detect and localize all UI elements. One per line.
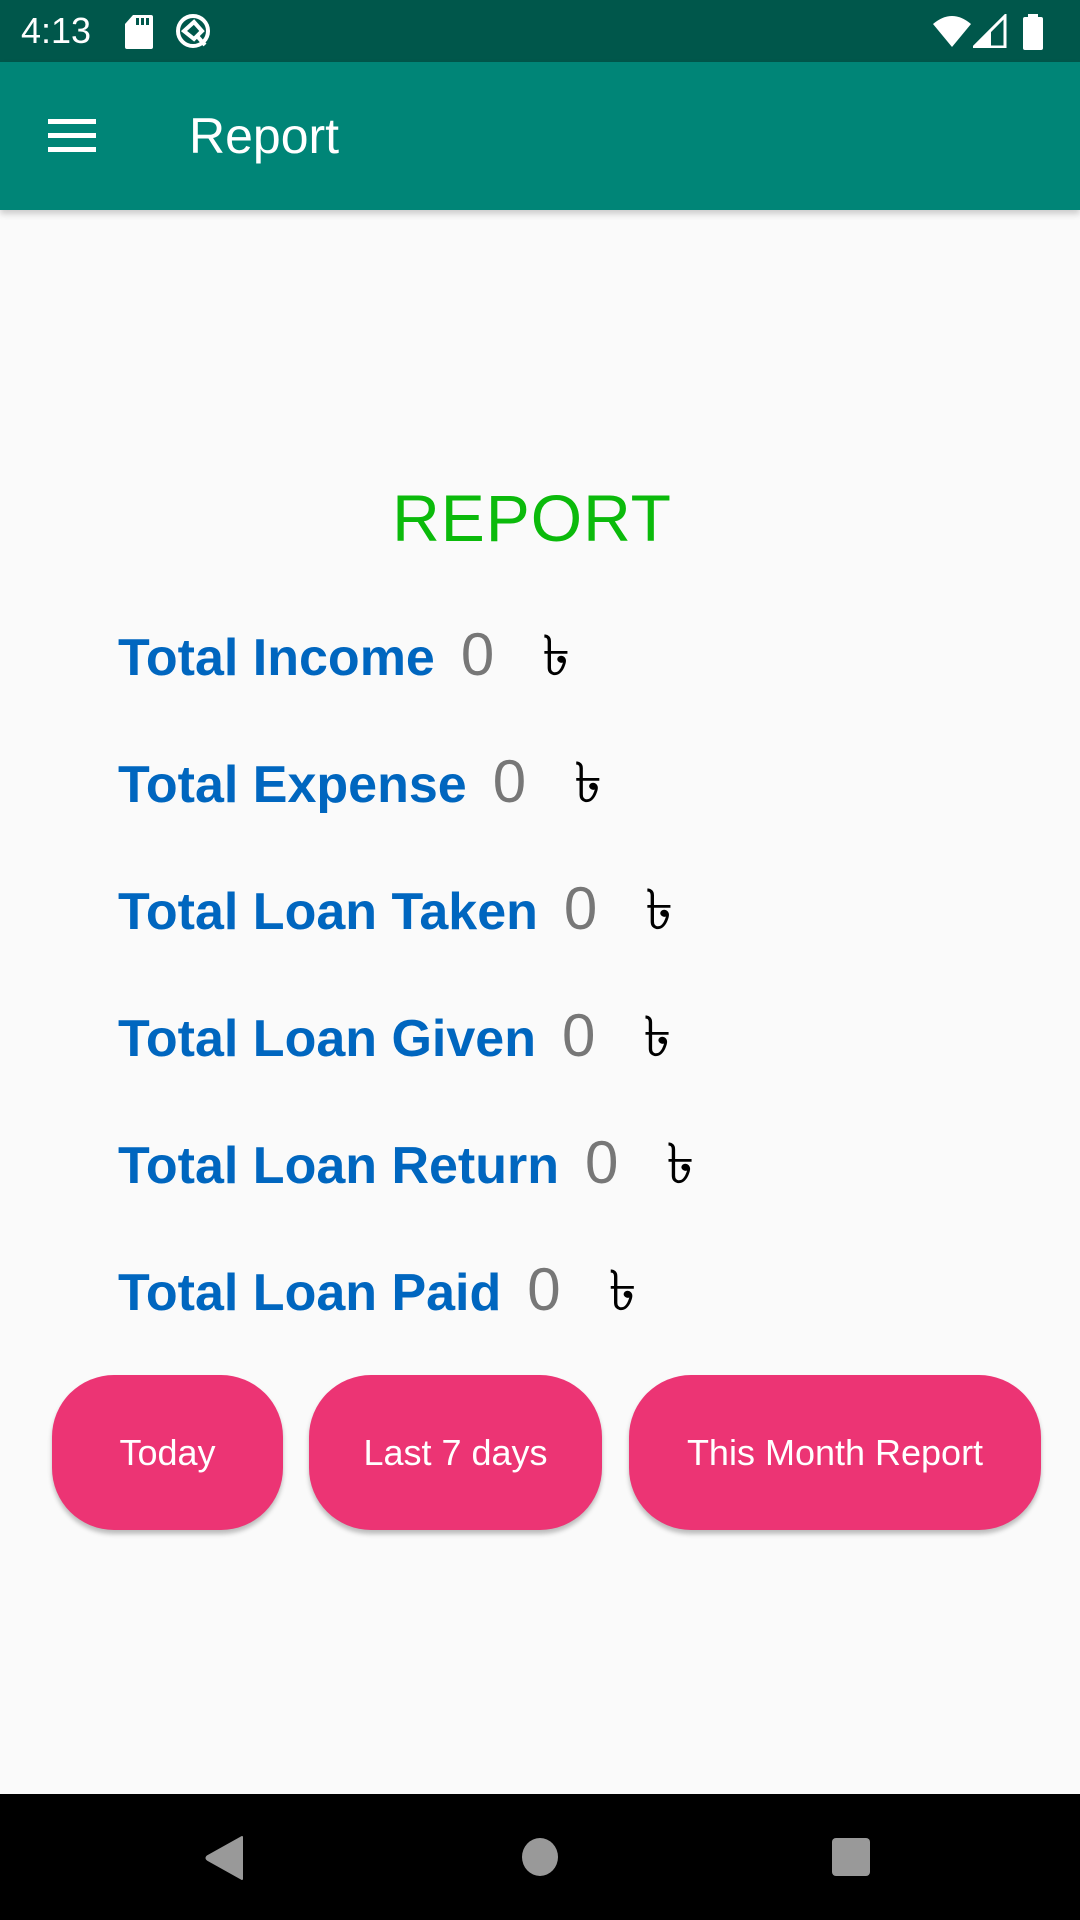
- this-month-report-button[interactable]: This Month Report: [629, 1375, 1041, 1530]
- navigation-bar: [0, 1794, 1080, 1920]
- row-value: 0: [492, 748, 527, 815]
- app-bar: Report: [0, 62, 1080, 210]
- wifi-icon: [932, 14, 972, 53]
- row-value: 0: [561, 1002, 596, 1069]
- row-label: Total Loan Return: [118, 1137, 560, 1195]
- status-bar: 4:13: [0, 0, 1080, 62]
- report-heading: REPORT: [392, 481, 672, 555]
- total-loan-paid-row: Total Loan Paid 0 ৳: [118, 1248, 637, 1323]
- row-label: Total Loan Paid: [118, 1264, 502, 1322]
- hamburger-menu-icon[interactable]: [30, 100, 116, 172]
- total-loan-given-row: Total Loan Given 0 ৳: [118, 994, 671, 1069]
- sd-card-icon: [124, 14, 154, 55]
- row-value: 0: [563, 875, 598, 942]
- taka-currency-icon: ৳: [645, 878, 674, 941]
- row-label: Total Loan Given: [118, 1010, 536, 1068]
- total-loan-taken-row: Total Loan Taken 0 ৳: [118, 867, 673, 942]
- row-label: Total Expense: [118, 756, 467, 814]
- taka-currency-icon: ৳: [666, 1132, 695, 1195]
- row-value: 0: [460, 621, 495, 688]
- total-income-row: Total Income 0 ৳: [118, 613, 570, 688]
- row-value: 0: [585, 1129, 619, 1196]
- total-expense-row: Total Expense 0 ৳: [118, 740, 602, 815]
- recents-icon[interactable]: [831, 1837, 871, 1882]
- taka-currency-icon: ৳: [574, 751, 602, 814]
- row-label: Total Loan Taken: [118, 883, 538, 941]
- data-saver-icon: [174, 12, 212, 55]
- total-loan-return-row: Total Loan Return 0 ৳: [118, 1121, 694, 1196]
- row-label: Total Income: [118, 629, 435, 687]
- cell-signal-icon: [970, 12, 1007, 53]
- back-icon[interactable]: [204, 1835, 244, 1886]
- last-7-days-button[interactable]: Last 7 days: [309, 1375, 602, 1530]
- status-time: 4:13: [21, 10, 92, 51]
- battery-icon: [1022, 14, 1044, 55]
- taka-currency-icon: ৳: [542, 624, 571, 687]
- app-title: Report: [189, 108, 340, 164]
- row-value: 0: [527, 1256, 561, 1323]
- home-icon[interactable]: [521, 1837, 559, 1882]
- taka-currency-icon: ৳: [608, 1259, 637, 1322]
- taka-currency-icon: ৳: [643, 1005, 672, 1068]
- today-button[interactable]: Today: [52, 1375, 283, 1530]
